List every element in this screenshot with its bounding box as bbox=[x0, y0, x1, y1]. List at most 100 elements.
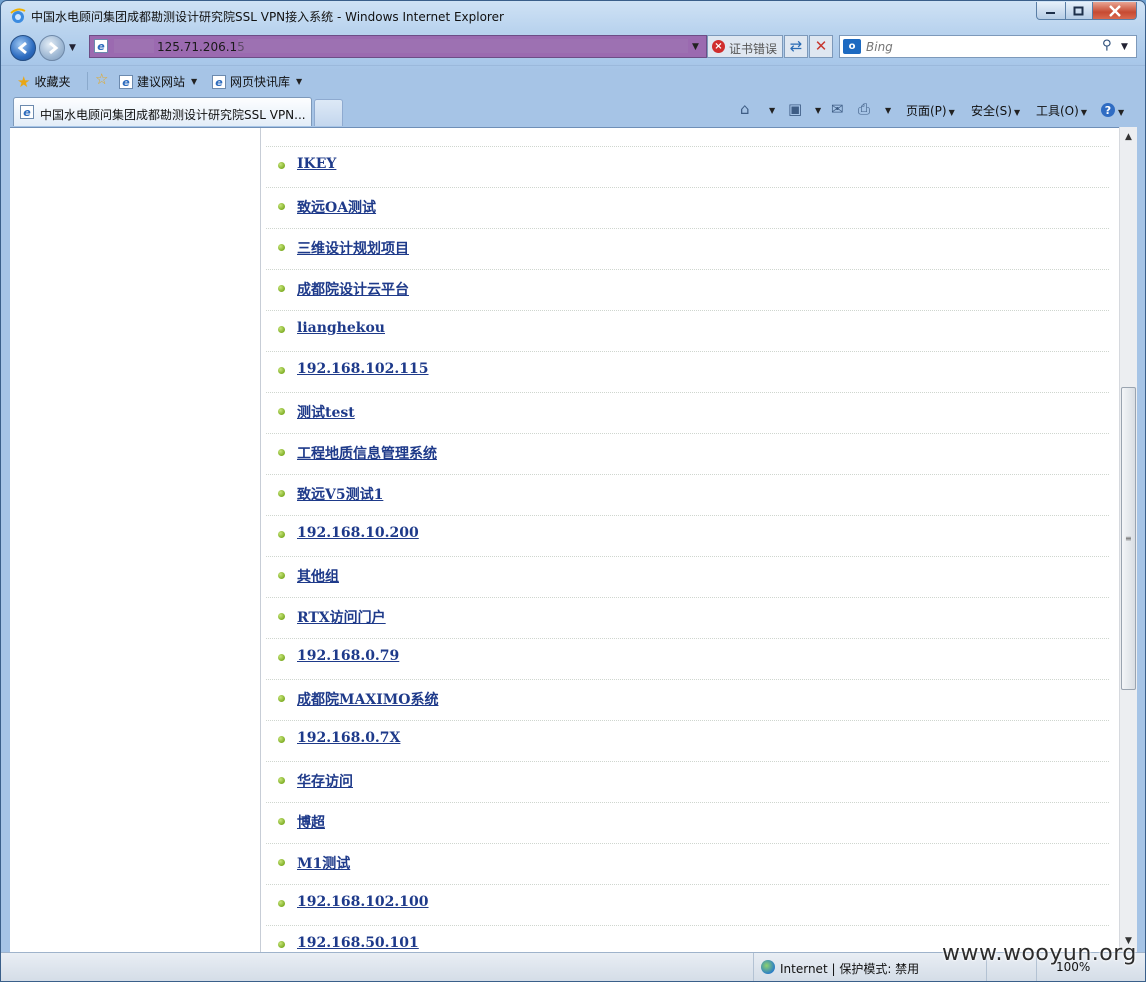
bullet-icon bbox=[278, 203, 285, 210]
bullet-icon bbox=[278, 449, 285, 456]
favorites-label: 收藏夹 bbox=[34, 75, 71, 89]
window-title: 中国水电顾问集团成都勘测设计研究院SSL VPN接入系统 - Windows I… bbox=[31, 10, 504, 24]
cert-error-label: 证书错误 bbox=[729, 42, 778, 56]
new-tab-button[interactable] bbox=[314, 99, 343, 126]
minimize-icon bbox=[1046, 11, 1055, 14]
search-options-dropdown[interactable]: ▼ bbox=[1121, 42, 1128, 52]
recent-pages-dropdown[interactable]: ▼ bbox=[69, 43, 76, 53]
resource-link[interactable]: RTX访问门户 bbox=[297, 607, 386, 627]
resource-link[interactable]: 三维设计规划项目 bbox=[297, 238, 409, 258]
resource-link[interactable]: 工程地质信息管理系统 bbox=[297, 443, 437, 463]
refresh-button[interactable]: ⇄ bbox=[784, 35, 808, 58]
add-to-favorites-button[interactable]: ☆ bbox=[95, 70, 109, 88]
security-zone[interactable]: Internet | 保护模式: 禁用 bbox=[780, 960, 919, 977]
resource-link[interactable]: M1测试 bbox=[297, 853, 350, 873]
print-dropdown[interactable]: ▼ bbox=[883, 102, 891, 116]
resource-link[interactable]: 测试test bbox=[297, 402, 355, 422]
list-item: 华存访问 bbox=[266, 762, 1109, 803]
help-menu[interactable]: ? ▼ bbox=[1100, 102, 1124, 118]
maximize-icon bbox=[1073, 6, 1084, 15]
separator bbox=[87, 72, 88, 90]
bullet-icon bbox=[278, 941, 285, 948]
arrow-right-icon bbox=[49, 41, 59, 55]
feeds-dropdown[interactable]: ▼ bbox=[813, 102, 821, 116]
page-menu[interactable]: 页面(P) ▼ bbox=[906, 102, 955, 119]
resource-link[interactable]: IKEY bbox=[297, 156, 336, 172]
minimize-button[interactable] bbox=[1036, 2, 1066, 20]
resource-link[interactable]: 192.168.0.79 bbox=[297, 648, 399, 664]
resource-link[interactable]: 192.168.50.101 bbox=[297, 935, 419, 951]
list-item: lianghekou bbox=[266, 311, 1109, 352]
address-redaction bbox=[114, 39, 154, 53]
home-icon[interactable]: ⌂ bbox=[740, 100, 750, 118]
list-item: 致远OA测试 bbox=[266, 188, 1109, 229]
stop-button[interactable]: ✕ bbox=[809, 35, 833, 58]
resource-link[interactable]: 192.168.10.200 bbox=[297, 525, 419, 541]
back-button[interactable] bbox=[10, 35, 36, 61]
resource-link[interactable]: 192.168.0.7X bbox=[297, 730, 400, 746]
resource-link[interactable]: 华存访问 bbox=[297, 771, 353, 791]
list-item: 192.168.102.100 bbox=[266, 885, 1109, 926]
maximize-button[interactable] bbox=[1065, 2, 1093, 20]
printer-icon[interactable]: ⎙ bbox=[858, 100, 870, 118]
search-input[interactable] bbox=[866, 39, 1096, 54]
search-provider-icon: o bbox=[843, 39, 861, 54]
bullet-icon bbox=[278, 777, 285, 784]
scrollbar-thumb[interactable]: ≡ bbox=[1121, 387, 1136, 690]
web-slice-gallery-link[interactable]: e 网页快讯库 ▼ bbox=[212, 73, 302, 90]
bullet-icon bbox=[278, 818, 285, 825]
stop-icon: ✕ bbox=[814, 37, 828, 55]
forward-button[interactable] bbox=[39, 35, 65, 61]
bullet-icon bbox=[278, 654, 285, 661]
search-icon[interactable]: ⚲ bbox=[1102, 38, 1112, 53]
chevron-down-icon: ▼ bbox=[296, 77, 303, 86]
list-item: 工程地质信息管理系统 bbox=[266, 434, 1109, 475]
resource-link[interactable]: 192.168.102.115 bbox=[297, 361, 429, 377]
resource-link[interactable]: 博超 bbox=[297, 812, 325, 832]
search-box[interactable]: o ⚲ ▼ bbox=[839, 35, 1137, 58]
list-item: 192.168.0.79 bbox=[266, 639, 1109, 680]
safety-menu[interactable]: 安全(S) ▼ bbox=[971, 102, 1020, 119]
bullet-icon bbox=[278, 859, 285, 866]
list-item: 成都院MAXIMO系统 bbox=[266, 680, 1109, 721]
scroll-up-icon[interactable]: ▲ bbox=[1120, 129, 1137, 146]
suggested-sites-link[interactable]: e 建议网站 ▼ bbox=[119, 73, 197, 90]
home-dropdown[interactable]: ▼ bbox=[767, 102, 775, 116]
cert-error-icon: × bbox=[712, 40, 725, 53]
bullet-icon bbox=[278, 326, 285, 333]
status-divider bbox=[753, 953, 754, 981]
resource-link[interactable]: 成都院MAXIMO系统 bbox=[297, 689, 438, 709]
globe-icon bbox=[761, 960, 775, 974]
resource-link[interactable]: 致远V5测试1 bbox=[297, 484, 383, 504]
page-content: IKEY 致远OA测试 三维设计规划项目 成都院设计云平台 lianghekou… bbox=[10, 127, 1119, 953]
favorites-button[interactable]: ★ 收藏夹 bbox=[17, 73, 70, 90]
resource-link[interactable]: 成都院设计云平台 bbox=[297, 279, 409, 299]
bullet-icon bbox=[278, 531, 285, 538]
vertical-scrollbar[interactable]: ▲ ≡ ▼ bbox=[1119, 127, 1137, 952]
tab-active[interactable]: e 中国水电顾问集团成都勘测设计研究院SSL VPN... bbox=[13, 97, 312, 126]
add-favorite-icon: ☆ bbox=[95, 70, 109, 88]
address-text[interactable]: 125.71.206.15 bbox=[157, 40, 245, 54]
tools-menu[interactable]: 工具(O) ▼ bbox=[1036, 102, 1087, 119]
close-icon bbox=[1108, 4, 1121, 17]
title-bar: 中国水电顾问集团成都勘测设计研究院SSL VPN接入系统 - Windows I… bbox=[1, 1, 1145, 31]
bullet-icon bbox=[278, 244, 285, 251]
bullet-icon bbox=[278, 408, 285, 415]
suggested-sites-label: 建议网站 bbox=[137, 75, 186, 89]
certificate-error-button[interactable]: × 证书错误 bbox=[707, 35, 783, 58]
resource-link[interactable]: 192.168.102.100 bbox=[297, 894, 429, 910]
address-dropdown[interactable]: ▼ bbox=[692, 42, 699, 52]
list-item: 博超 bbox=[266, 803, 1109, 844]
list-item: 测试test bbox=[266, 393, 1109, 434]
resource-link[interactable]: 其他组 bbox=[297, 566, 339, 586]
resource-link[interactable]: lianghekou bbox=[297, 320, 385, 336]
close-button[interactable] bbox=[1092, 2, 1137, 20]
resource-link[interactable]: 致远OA测试 bbox=[297, 197, 376, 217]
bullet-icon bbox=[278, 613, 285, 620]
feeds-icon[interactable]: ▣ bbox=[788, 100, 802, 118]
help-icon: ? bbox=[1101, 103, 1115, 117]
address-bar[interactable]: e 125.71.206.15 ▼ bbox=[89, 35, 707, 58]
ie-logo-icon bbox=[10, 8, 26, 23]
list-item: M1测试 bbox=[266, 844, 1109, 885]
mail-icon[interactable]: ✉ bbox=[831, 100, 844, 118]
